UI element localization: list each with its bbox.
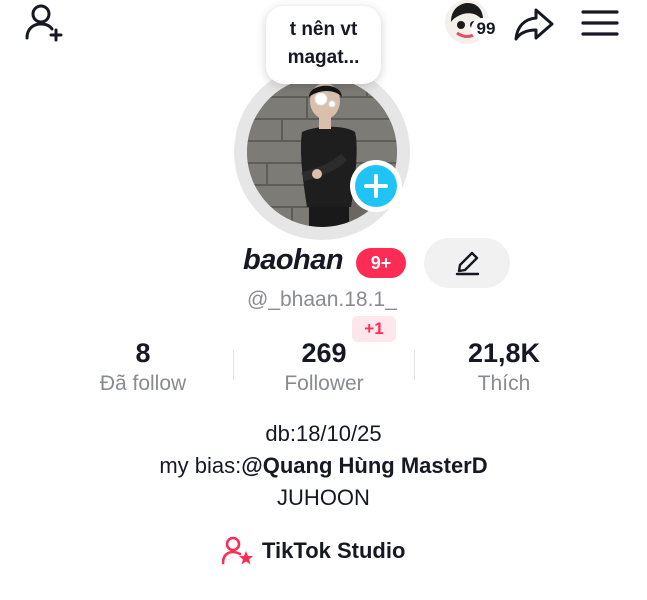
studio-icon xyxy=(222,536,253,565)
add-user-icon xyxy=(25,4,63,42)
note-line-2: magat... xyxy=(287,47,360,68)
bio-line-1: db:18/10/25 xyxy=(265,421,382,446)
user-handle: @_bhaan.18.1_ xyxy=(247,288,397,311)
stat-following[interactable]: 8 Đã follow xyxy=(53,336,233,398)
bio-mention-link[interactable]: @Quang Hùng MasterD xyxy=(241,453,487,478)
menu-icon xyxy=(581,10,619,36)
followers-count: 269 xyxy=(301,338,347,368)
share-button[interactable] xyxy=(512,4,558,44)
notification-avatar-button[interactable]: 99 xyxy=(445,0,503,44)
edit-icon xyxy=(455,251,480,276)
following-label: Đã follow xyxy=(99,372,187,395)
likes-label: Thích xyxy=(477,372,531,395)
followers-label: Follower xyxy=(284,372,364,395)
add-story-button[interactable] xyxy=(350,160,402,212)
likes-count: 21,8K xyxy=(467,338,541,368)
username: baohan xyxy=(243,244,344,276)
bio-prefix: my bias: xyxy=(159,453,242,478)
edit-profile-button[interactable] xyxy=(424,238,510,288)
menu-button[interactable] xyxy=(580,8,620,38)
note-line-1: t nên vt xyxy=(289,19,358,40)
following-count: 8 xyxy=(135,338,151,368)
add-friend-button[interactable] xyxy=(24,2,68,42)
note-bubble[interactable]: t nên vt magat... xyxy=(266,6,381,108)
share-icon xyxy=(514,8,554,41)
notification-count: 99 xyxy=(471,18,501,40)
note-tail-icon xyxy=(314,88,336,108)
stat-followers[interactable]: 269 Follower xyxy=(234,336,414,398)
bio-line-3: JUHOON xyxy=(277,485,370,510)
bio-line-2: my bias:@Quang Hùng MasterD xyxy=(0,450,647,482)
studio-label: TikTok Studio xyxy=(262,538,406,563)
inbox-badge[interactable]: 9+ xyxy=(356,248,406,278)
stat-likes: 21,8K Thích xyxy=(414,336,594,398)
tiktok-studio-link[interactable]: TikTok Studio xyxy=(222,533,405,569)
plus-icon xyxy=(364,174,388,198)
